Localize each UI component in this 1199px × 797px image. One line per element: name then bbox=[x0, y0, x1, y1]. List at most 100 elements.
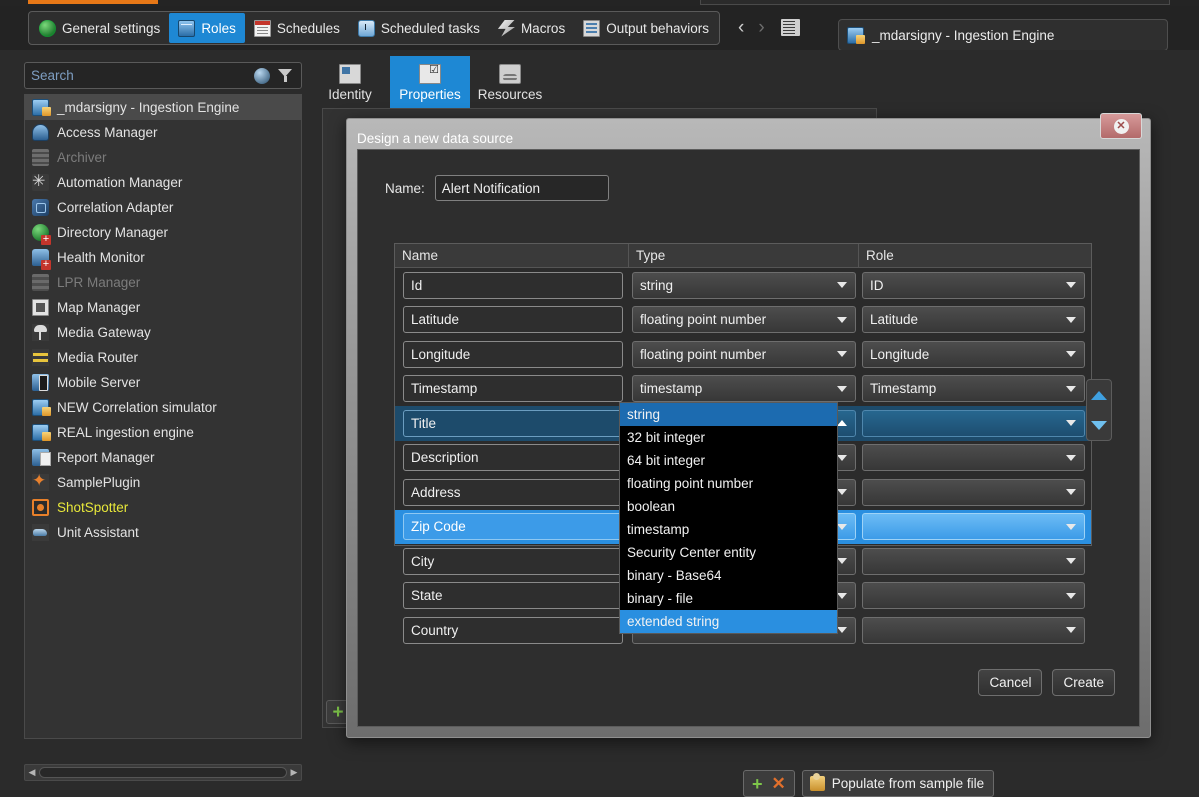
dropdown-option[interactable]: 64 bit integer bbox=[620, 449, 837, 472]
close-button[interactable]: ✕ bbox=[1100, 113, 1142, 139]
sidebar-item-report-manager[interactable]: Report Manager bbox=[25, 445, 301, 470]
field-role-combo[interactable]: Longitude bbox=[862, 340, 1085, 368]
nav-forward-icon[interactable]: › bbox=[758, 18, 764, 37]
chevron-down-icon bbox=[1066, 385, 1076, 392]
tab-properties[interactable]: Properties bbox=[390, 56, 470, 110]
chevron-down-icon bbox=[837, 592, 847, 599]
sidebar-item-unit-assistant[interactable]: Unit Assistant bbox=[25, 520, 301, 545]
nav-back-icon[interactable]: ‹ bbox=[738, 18, 744, 37]
field-type-combo[interactable]: floating point number bbox=[632, 340, 856, 368]
field-name-input[interactable]: Address bbox=[403, 478, 623, 506]
tab-scheduled-tasks[interactable]: Scheduled tasks bbox=[349, 13, 489, 43]
globe-icon[interactable] bbox=[254, 67, 270, 84]
field-role-combo[interactable] bbox=[862, 582, 1085, 610]
sidebar-item-ingestion-engine[interactable]: _mdarsigny - Ingestion Engine bbox=[25, 95, 301, 120]
populate-from-sample-file-button[interactable]: Populate from sample file bbox=[801, 770, 995, 797]
tab-label: Output behaviors bbox=[606, 20, 710, 36]
table-row[interactable]: Longitude floating point number Longitud… bbox=[395, 337, 1091, 372]
field-name-input[interactable]: City bbox=[403, 547, 623, 575]
field-type-combo[interactable]: timestamp bbox=[632, 375, 856, 403]
remove-field-button[interactable]: ✕ bbox=[772, 775, 786, 792]
sidebar-item-sampleplugin[interactable]: SamplePlugin bbox=[25, 470, 301, 495]
sidebar-item-new-correlation-simulator[interactable]: NEW Correlation simulator bbox=[25, 395, 301, 420]
field-role-combo[interactable] bbox=[862, 616, 1085, 644]
field-name-input[interactable]: Zip Code bbox=[403, 513, 623, 541]
sidebar-horizontal-scrollbar[interactable]: ◀ ▶ bbox=[24, 764, 302, 781]
field-name-input[interactable]: Latitude bbox=[403, 306, 623, 334]
roles-list[interactable]: _mdarsigny - Ingestion Engine Access Man… bbox=[24, 94, 302, 739]
sidebar-item-archiver[interactable]: Archiver bbox=[25, 145, 301, 170]
move-up-icon[interactable] bbox=[1091, 390, 1107, 400]
sidebar-item-directory-manager[interactable]: Directory Manager bbox=[25, 220, 301, 245]
field-name-input[interactable]: Title bbox=[403, 409, 623, 437]
sidebar-item-access-manager[interactable]: Access Manager bbox=[25, 120, 301, 145]
field-role-combo[interactable] bbox=[862, 513, 1085, 541]
field-role-combo[interactable]: ID bbox=[862, 271, 1085, 299]
scroll-right-icon[interactable]: ▶ bbox=[287, 767, 301, 778]
create-button[interactable]: Create bbox=[1052, 669, 1115, 696]
cancel-button[interactable]: Cancel bbox=[978, 669, 1043, 696]
sidebar-item-real-ingestion-engine[interactable]: REAL ingestion engine bbox=[25, 420, 301, 445]
sidebar-item-media-gateway[interactable]: Media Gateway bbox=[25, 320, 301, 345]
breadcrumb[interactable]: _mdarsigny - Ingestion Engine bbox=[838, 19, 1168, 51]
name-input[interactable]: Alert Notification bbox=[434, 175, 609, 201]
field-role-combo[interactable] bbox=[862, 409, 1085, 437]
chevron-down-icon bbox=[837, 351, 847, 358]
field-name-input[interactable]: Timestamp bbox=[403, 375, 623, 403]
sidebar-item-automation-manager[interactable]: Automation Manager bbox=[25, 170, 301, 195]
field-type-combo[interactable]: floating point number bbox=[632, 306, 856, 334]
field-role-combo[interactable] bbox=[862, 444, 1085, 472]
move-down-icon[interactable] bbox=[1091, 420, 1107, 430]
tab-output-behaviors[interactable]: Output behaviors bbox=[574, 13, 718, 43]
sidebar-item-health-monitor[interactable]: Health Monitor bbox=[25, 245, 301, 270]
dropdown-option[interactable]: binary - file bbox=[620, 587, 837, 610]
dropdown-option[interactable]: timestamp bbox=[620, 518, 837, 541]
identity-icon bbox=[339, 64, 361, 84]
field-name-input[interactable]: Id bbox=[403, 271, 623, 299]
dropdown-option[interactable]: floating point number bbox=[620, 472, 837, 495]
dropdown-option[interactable]: 32 bit integer bbox=[620, 426, 837, 449]
sidebar-item-shotspotter[interactable]: ShotSpotter bbox=[25, 495, 301, 520]
sidebar-item-correlation-adapter[interactable]: Correlation Adapter bbox=[25, 195, 301, 220]
window-restore-icon[interactable] bbox=[780, 19, 800, 36]
tab-macros[interactable]: Macros bbox=[489, 13, 574, 43]
field-role-combo[interactable] bbox=[862, 478, 1085, 506]
column-header-name[interactable]: Name bbox=[395, 244, 629, 267]
field-type-combo[interactable]: string bbox=[632, 271, 856, 299]
dropdown-option[interactable]: binary - Base64 bbox=[620, 564, 837, 587]
add-field-button[interactable]: + bbox=[752, 775, 763, 793]
field-role-combo[interactable] bbox=[862, 547, 1085, 575]
sidebar-item-mobile-server[interactable]: Mobile Server bbox=[25, 370, 301, 395]
type-dropdown-list[interactable]: string 32 bit integer 64 bit integer flo… bbox=[619, 402, 838, 634]
sidebar-item-map-manager[interactable]: Map Manager bbox=[25, 295, 301, 320]
field-role-combo[interactable]: Latitude bbox=[862, 306, 1085, 334]
sidebar-item-lpr-manager[interactable]: LPR Manager bbox=[25, 270, 301, 295]
tab-general-settings[interactable]: General settings bbox=[30, 13, 169, 43]
tab-identity[interactable]: Identity bbox=[310, 56, 390, 110]
field-name-input[interactable]: State bbox=[403, 582, 623, 610]
sidebar-item-media-router[interactable]: Media Router bbox=[25, 345, 301, 370]
dropdown-option-highlighted[interactable]: extended string bbox=[620, 610, 837, 633]
name-label: Name: bbox=[385, 180, 425, 196]
field-role-combo[interactable]: Timestamp bbox=[862, 375, 1085, 403]
field-name-input[interactable]: Longitude bbox=[403, 340, 623, 368]
table-row[interactable]: Id string ID bbox=[395, 268, 1091, 303]
dropdown-option[interactable]: boolean bbox=[620, 495, 837, 518]
scroll-left-icon[interactable]: ◀ bbox=[25, 767, 39, 778]
scrollbar-thumb[interactable] bbox=[39, 767, 287, 778]
table-row[interactable]: Latitude floating point number Latitude bbox=[395, 303, 1091, 338]
dropdown-option[interactable]: string bbox=[620, 403, 837, 426]
tab-schedules[interactable]: Schedules bbox=[245, 13, 349, 43]
tab-roles[interactable]: Roles bbox=[169, 13, 245, 43]
field-name-input[interactable]: Description bbox=[403, 444, 623, 472]
table-row[interactable]: Timestamp timestamp Timestamp bbox=[395, 372, 1091, 407]
funnel-icon[interactable] bbox=[278, 68, 293, 83]
cell-type: floating point number bbox=[629, 306, 859, 334]
view-tab-label: Resources bbox=[477, 87, 543, 102]
dropdown-option[interactable]: Security Center entity bbox=[620, 541, 837, 564]
field-name-input[interactable]: Country bbox=[403, 616, 623, 644]
tab-resources[interactable]: Resources bbox=[470, 56, 550, 110]
column-header-role[interactable]: Role bbox=[859, 244, 1091, 267]
column-header-type[interactable]: Type bbox=[629, 244, 859, 267]
search-input[interactable]: Search bbox=[24, 62, 302, 89]
